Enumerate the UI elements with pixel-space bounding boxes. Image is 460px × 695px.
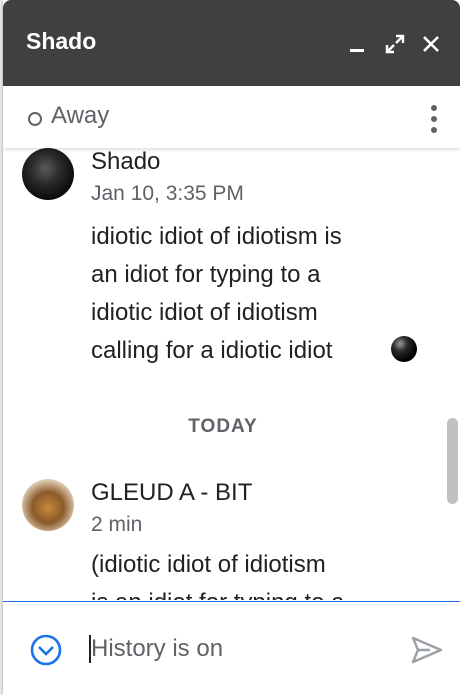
away-status-icon [28,112,42,126]
message-sender: Shado [91,148,161,175]
message-sender: GLEUD A - BIT [91,479,253,506]
presence-status-bar[interactable]: Away [3,86,460,148]
message-line: an idiot for typing to a [91,261,321,288]
chat-header[interactable]: Shado [3,0,460,86]
message-composer [3,601,460,695]
chat-title: Shado [26,28,97,54]
message-list: Shado Jan 10, 3:35 PM idiotic idiot of i… [3,148,460,600]
send-icon[interactable] [410,635,444,665]
presence-status-label: Away [51,102,110,129]
message-line: idiotic idiot of idiotism is [91,223,342,250]
message-body: (idiotic idiot of idiotism is an idiot f… [91,546,391,600]
message-line: calling for a idiotic idiot [91,337,333,364]
avatar[interactable] [22,479,74,531]
chat-window: Shado Away Shado Jan 10, 3:35 PM idiotic… [3,0,460,695]
message-line: (idiotic idiot of idiotism [91,551,326,578]
pop-out-icon[interactable] [385,34,405,54]
message-line: is an idiot for typing to a [91,584,391,600]
message-body: idiotic idiot of idiotism is an idiot fo… [91,218,391,370]
message-input[interactable] [91,632,391,666]
message-time: Jan 10, 3:35 PM [91,182,244,205]
scrollbar-thumb[interactable] [447,418,458,504]
black-ball-emoji [391,336,417,362]
chevron-down-circle-icon[interactable] [29,633,63,667]
more-vertical-icon[interactable] [430,104,438,134]
date-divider: TODAY [188,416,258,437]
minimize-icon[interactable] [348,34,368,54]
message-line: idiotic idiot of idiotism [91,299,318,326]
close-icon[interactable] [421,34,441,54]
avatar[interactable] [22,148,74,200]
message-time: 2 min [91,513,143,536]
